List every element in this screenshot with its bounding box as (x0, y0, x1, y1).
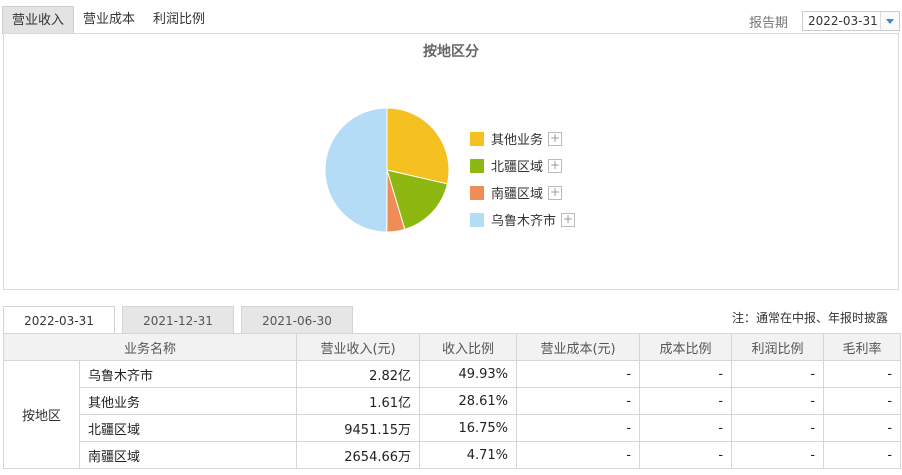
column-header: 业务名称 (2, 333, 298, 361)
legend-label: 南疆区域 (491, 187, 544, 202)
legend-swatch (470, 158, 484, 173)
disclosure-note: 注：通常在中报、年报时披露 (731, 311, 888, 325)
revenue-ratio-cell: 49.93% (419, 360, 518, 388)
tab-period-2022-03-31[interactable]: 2022-03-31 (3, 306, 115, 333)
legend-item[interactable]: 北疆区域 + (470, 152, 575, 179)
legend-label: 北疆区域 (491, 160, 544, 175)
revenue-ratio-cell: 28.61% (419, 387, 518, 415)
report-period-label: 报告期 (748, 15, 788, 31)
profit-ratio-cell: - (731, 360, 825, 388)
table-row: 其他业务 1.61亿 28.61% - - - - (4, 387, 902, 415)
tab-period-2021-06-30[interactable]: 2021-06-30 (241, 306, 353, 333)
chart-legend: 其他业务 + 北疆区域 + 南疆区域 + 乌鲁木齐市 + (470, 125, 576, 233)
report-period: 报告期 2022-03-31 (749, 11, 900, 31)
tab-operating-cost[interactable]: 营业成本 (74, 6, 144, 34)
column-header: 营业收入(元) (296, 333, 421, 361)
cost-ratio-cell: - (639, 387, 733, 415)
legend-item[interactable]: 南疆区域 + (470, 179, 575, 206)
legend-swatch (470, 131, 484, 146)
table-row: 按地区 乌鲁木齐市 2.82亿 49.93% - - - - (3, 360, 902, 469)
top-tab-bar: 营业收入 营业成本 利润比例 (2, 6, 214, 34)
column-header: 利润比例 (731, 333, 825, 361)
revenue-ratio-cell: 16.75% (419, 414, 518, 442)
business-name: 南疆区域 (78, 441, 298, 469)
plus-icon[interactable]: + (548, 158, 563, 173)
plus-icon[interactable]: + (561, 212, 576, 227)
pie-slice[interactable] (324, 107, 388, 233)
pie-chart (324, 107, 450, 233)
column-header: 成本比例 (639, 333, 733, 361)
revenue-cell: 2.82亿 (296, 360, 421, 388)
tab-profit-ratio[interactable]: 利润比例 (144, 6, 214, 34)
cost-ratio-cell: - (639, 441, 733, 469)
gross-margin-cell: - (823, 387, 902, 415)
gross-margin-cell: - (823, 360, 902, 388)
cost-cell: - (516, 414, 641, 442)
cost-cell: - (516, 387, 641, 415)
revenue-cell: 9451.15万 (296, 414, 421, 442)
tab-period-2021-12-31[interactable]: 2021-12-31 (122, 306, 234, 333)
plus-icon[interactable]: + (548, 185, 563, 200)
legend-swatch (470, 185, 484, 200)
cost-ratio-cell: - (639, 414, 733, 442)
legend-label: 其他业务 (491, 133, 544, 148)
report-period-value: 2022-03-31 (808, 14, 878, 28)
cost-ratio-cell: - (639, 360, 733, 388)
table-row: 北疆区域 9451.15万 16.75% - - - - (4, 414, 902, 442)
business-name: 乌鲁木齐市 (78, 360, 298, 388)
gross-margin-cell: - (823, 414, 902, 442)
cost-cell: - (516, 441, 641, 469)
chevron-down-icon[interactable] (880, 12, 899, 30)
revenue-ratio-cell: 4.71% (419, 441, 518, 469)
legend-label: 乌鲁木齐市 (491, 214, 557, 229)
column-header: 毛利率 (823, 333, 902, 361)
plus-icon[interactable]: + (548, 131, 563, 146)
cost-cell: - (516, 360, 641, 388)
legend-item[interactable]: 其他业务 + (470, 125, 575, 152)
tab-operating-revenue[interactable]: 营业收入 (2, 6, 75, 34)
legend-swatch (470, 212, 484, 227)
gross-margin-cell: - (823, 441, 902, 469)
revenue-table: 业务名称 营业收入(元) 收入比例 营业成本(元) 成本比例 利润比例 毛利率 … (2, 333, 902, 469)
profit-ratio-cell: - (731, 441, 825, 469)
group-cell: 按地区 (3, 360, 80, 469)
column-header: 营业成本(元) (516, 333, 641, 361)
report-period-select[interactable]: 2022-03-31 (802, 11, 900, 31)
profit-ratio-cell: - (731, 414, 825, 442)
table-header-row: 业务名称 营业收入(元) 收入比例 营业成本(元) 成本比例 利润比例 毛利率 (2, 333, 902, 361)
legend-item[interactable]: 乌鲁木齐市 + (470, 206, 576, 233)
chart-panel: 按地区分 其他业务 + 北疆区域 + 南疆区域 + 乌鲁木齐市 + (3, 33, 899, 290)
business-name: 其他业务 (78, 387, 298, 415)
column-header: 收入比例 (419, 333, 518, 361)
revenue-cell: 1.61亿 (296, 387, 421, 415)
table-row: 南疆区域 2654.66万 4.71% - - - - (4, 441, 902, 469)
period-tab-bar: 2022-03-31 2021-12-31 2021-06-30 (3, 306, 360, 333)
revenue-cell: 2654.66万 (296, 441, 421, 469)
profit-ratio-cell: - (731, 387, 825, 415)
business-name: 北疆区域 (78, 414, 298, 442)
